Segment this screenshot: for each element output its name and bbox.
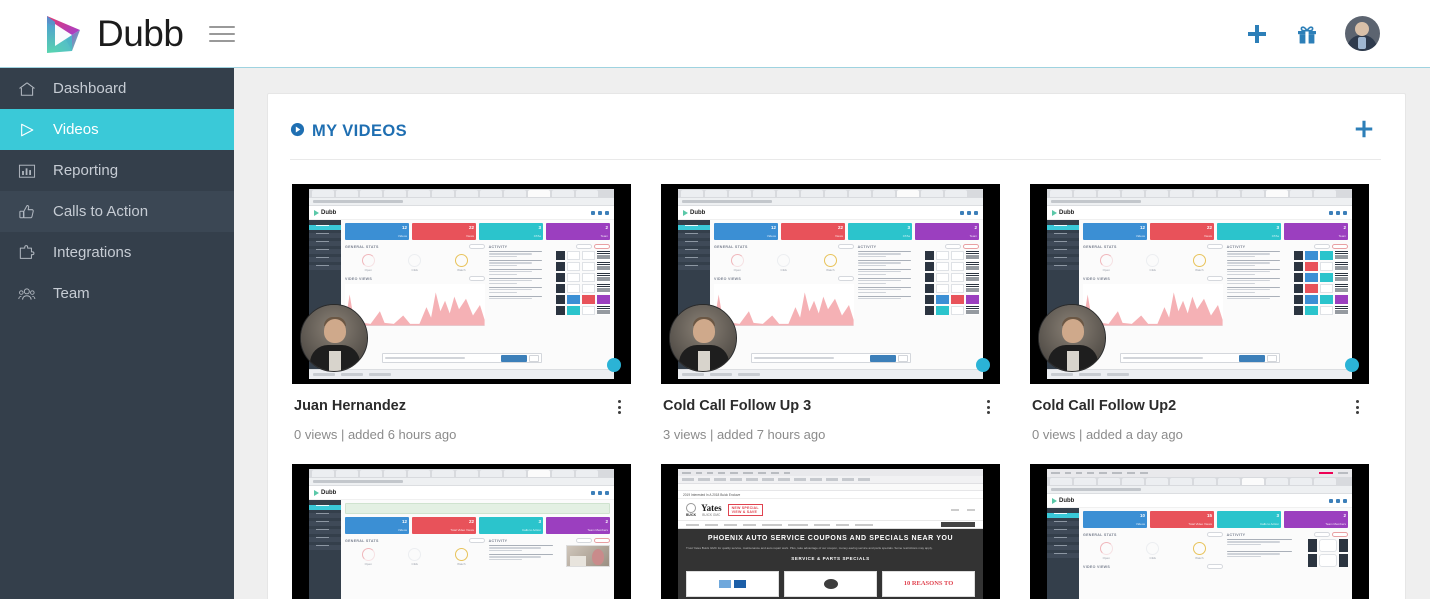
sidebar-item-label: Dashboard (53, 80, 127, 97)
panel-header: MY VIDEOS (268, 94, 1405, 145)
thumb-stat-value: 22 (468, 519, 474, 524)
bar-chart-icon (18, 161, 44, 181)
video-card[interactable]: Dubb (661, 184, 1000, 442)
sidebar-item-team[interactable]: Team (0, 273, 234, 314)
video-card[interactable]: Dubb (1030, 464, 1369, 599)
video-grid: Dubb 12 Videos 22 Views 3 CTAs 2 Team GE… (268, 160, 1405, 599)
thumb-stat-value: 2 (1343, 513, 1346, 518)
thumb-promo: 10 REASONS TO (903, 579, 954, 587)
webcam-overlay (1038, 304, 1106, 372)
video-meta: 3 views | added 7 hours ago (663, 427, 826, 442)
thumb-page-title: 2019 Interested In A 2018 Buick Enclave (683, 492, 741, 497)
thumb-hero-title: PHOENIX AUTO SERVICE COUPONS AND SPECIAL… (707, 535, 954, 542)
people-icon (18, 284, 44, 304)
home-icon (18, 79, 44, 99)
thumb-make: BUICK (686, 512, 697, 517)
webcam-overlay (300, 304, 368, 372)
thumb-success-banner (345, 503, 610, 514)
video-meta: 0 views | added 6 hours ago (294, 427, 457, 442)
panel-title-text: MY VIDEOS (312, 122, 407, 140)
brand-name: Dubb (97, 13, 184, 54)
kebab-menu-icon[interactable] (611, 398, 627, 416)
hamburger-icon[interactable] (209, 24, 236, 44)
sidebar-item-label: Calls to Action (53, 203, 149, 220)
video-thumbnail[interactable]: Dubb (661, 184, 1000, 384)
video-card[interactable]: Dubb (292, 184, 631, 442)
kebab-menu-icon[interactable] (1349, 398, 1365, 416)
sidebar-item-label: Videos (53, 121, 99, 138)
user-avatar[interactable] (1345, 16, 1380, 51)
thumb-section-title: SERVICE & PARTS SPECIALS (791, 555, 870, 561)
my-videos-panel: MY VIDEOS Dubb 12 Videos 22 Views 3 CTAs… (267, 93, 1406, 599)
thumb-stat-value: 10 (1139, 513, 1145, 518)
video-thumbnail[interactable]: Dubb (292, 464, 631, 599)
video-title: Cold Call Follow Up 3 (663, 398, 812, 414)
video-meta: 0 views | added a day ago (1032, 427, 1183, 442)
sidebar-nav: Dashboard Videos Reporting Calls to Acti… (0, 68, 234, 599)
gift-icon[interactable] (1295, 22, 1319, 46)
top-header: Dubb (0, 0, 1430, 68)
thumb-hero-body: Trust Yates Buick GMC for quality servic… (686, 546, 933, 550)
thumb-chat-bubble (976, 358, 990, 372)
video-thumbnail[interactable]: Dubb (1030, 184, 1369, 384)
video-card[interactable]: 2019 Interested In A 2018 Buick Enclave … (661, 464, 1000, 599)
sidebar-item-label: Reporting (53, 162, 119, 179)
thumb-coupon-line1: NEW SPECIAL (731, 505, 759, 510)
webcam-overlay (669, 304, 737, 372)
thumb-brand: Dubb (321, 489, 337, 496)
thumb-brand: Dubb (690, 209, 706, 216)
puzzle-icon (18, 243, 44, 263)
sidebar-item-label: Integrations (53, 244, 132, 261)
add-video-button[interactable] (1353, 118, 1375, 145)
play-icon (18, 120, 44, 140)
sidebar-item-dashboard[interactable]: Dashboard (0, 68, 234, 109)
sidebar-item-videos[interactable]: Videos (0, 109, 234, 150)
thumb-dealer-brand: Yates (701, 502, 722, 513)
app-root: Dubb Dashboard Videos Reporting Calls to… (0, 0, 1430, 599)
thumbs-up-icon (18, 202, 44, 222)
brand-logo[interactable]: Dubb (42, 13, 184, 55)
thumb-chat-bubble (1345, 358, 1359, 372)
thumb-brand: Dubb (1059, 497, 1075, 504)
play-circle-icon (290, 122, 305, 142)
sidebar-item-integrations[interactable]: Integrations (0, 232, 234, 273)
thumb-stat-value: 2 (605, 519, 608, 524)
sidebar-item-reporting[interactable]: Reporting (0, 150, 234, 191)
video-thumbnail[interactable]: Dubb (292, 184, 631, 384)
sidebar-item-calls-to-action[interactable]: Calls to Action (0, 191, 234, 232)
video-card[interactable]: Dubb (292, 464, 631, 599)
add-icon[interactable] (1245, 22, 1269, 46)
thumb-stat-value: 12 (401, 519, 407, 524)
video-title: Cold Call Follow Up2 (1032, 398, 1177, 414)
thumb-stat-value: 3 (1276, 513, 1279, 518)
thumb-stat-value: 3 (538, 519, 541, 524)
page-title: MY VIDEOS (290, 122, 407, 142)
thumb-stat-value: 15 (1206, 513, 1212, 518)
video-title: Juan Hernandez (294, 398, 406, 414)
thumb-brand: Dubb (1059, 209, 1075, 216)
thumb-brand: Dubb (321, 209, 337, 216)
header-actions (1245, 16, 1380, 51)
video-card[interactable]: Dubb (1030, 184, 1369, 442)
thumb-coupon-line2: VIEW & SAVE (731, 509, 758, 514)
thumb-chat-bubble (607, 358, 621, 372)
dubb-play-logo-icon (42, 13, 86, 55)
main-content: MY VIDEOS Dubb 12 Videos 22 Views 3 CTAs… (234, 68, 1430, 599)
video-thumbnail[interactable]: 2019 Interested In A 2018 Buick Enclave … (661, 464, 1000, 599)
sidebar-item-label: Team (53, 285, 90, 302)
kebab-menu-icon[interactable] (980, 398, 996, 416)
video-thumbnail[interactable]: Dubb (1030, 464, 1369, 599)
